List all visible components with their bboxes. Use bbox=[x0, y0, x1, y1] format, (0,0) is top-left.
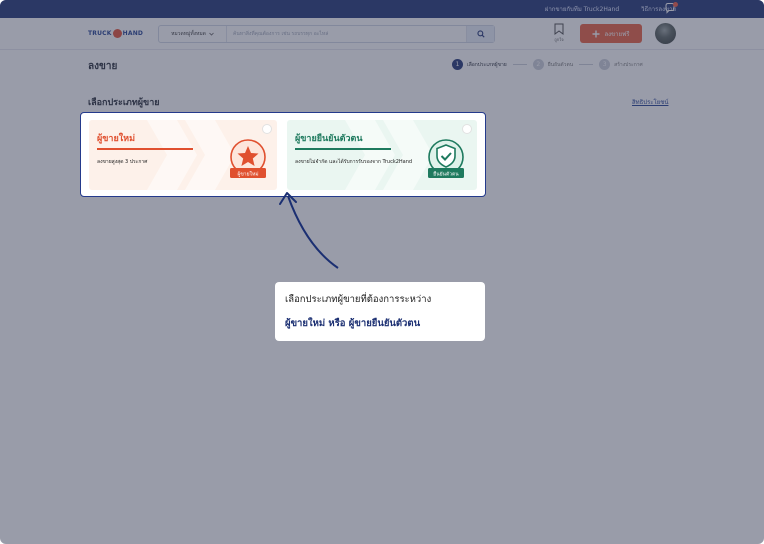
step-3-label: สร้างประกาศ bbox=[614, 61, 643, 68]
curved-arrow-icon bbox=[279, 192, 339, 269]
step-2-number: 2 bbox=[532, 59, 544, 70]
star-badge-icon: ผู้ขายใหม่ bbox=[230, 139, 266, 178]
search-button[interactable] bbox=[466, 26, 494, 42]
title-underline bbox=[97, 148, 193, 150]
search-bar: หมวดหมู่ทั้งหมด bbox=[158, 25, 495, 43]
logo-text-right: HAND bbox=[122, 30, 144, 37]
sell-free-button[interactable]: ลงขายฟรี bbox=[580, 24, 642, 43]
new-seller-card[interactable]: ผู้ขายใหม่ ลงขายสูงสุด 3 ประกาศ ผู้ขายให… bbox=[89, 120, 277, 190]
step-connector bbox=[512, 64, 527, 65]
shield-check-badge-icon: ยืนยันตัวตน bbox=[428, 139, 464, 178]
category-dropdown[interactable]: หมวดหมู่ทั้งหมด bbox=[159, 26, 227, 42]
search-input[interactable] bbox=[227, 26, 466, 42]
new-seller-radio[interactable] bbox=[262, 124, 272, 134]
chevron-down-icon bbox=[209, 32, 214, 36]
verified-seller-title: ผู้ขายยืนยันตัวตน bbox=[295, 134, 363, 144]
coachmark-tooltip: เลือกประเภทผู้ขายที่ต้องการระหว่าง ผู้ขา… bbox=[275, 282, 485, 341]
verified-seller-description: ลงขายไม่จำกัด และได้รับการรับรองจาก Truc… bbox=[295, 159, 413, 165]
title-underline bbox=[295, 148, 391, 150]
coachmark-options: ผู้ขายใหม่ หรือ ผู้ขายยืนยันตัวตน bbox=[285, 318, 421, 329]
site-logo[interactable]: TRUCK HAND bbox=[88, 26, 150, 41]
benefits-link[interactable]: สิทธิประโยชน์ bbox=[632, 97, 668, 107]
seller-type-panel: ผู้ขายใหม่ ลงขายสูงสุด 3 ประกาศ ผู้ขายให… bbox=[80, 112, 486, 197]
app-window: ฝากขายกับทีม Truck2Hand วิธีการลงขาย TRU… bbox=[0, 0, 764, 544]
notification-badge bbox=[673, 2, 678, 7]
step-3-number: 3 bbox=[599, 59, 611, 70]
logo-mark-icon bbox=[112, 29, 122, 38]
verified-seller-card[interactable]: ผู้ขายยืนยันตัวตน ลงขายไม่จำกัด และได้รั… bbox=[287, 120, 477, 190]
step-2-label: ยืนยันตัวตน bbox=[547, 61, 574, 68]
top-bar: ฝากขายกับทีม Truck2Hand วิธีการลงขาย bbox=[0, 0, 764, 18]
category-label: หมวดหมู่ทั้งหมด bbox=[171, 31, 206, 37]
favorite-button[interactable]: ถูกใจ bbox=[552, 23, 566, 45]
search-icon bbox=[476, 30, 485, 38]
new-seller-description: ลงขายสูงสุด 3 ประกาศ bbox=[97, 159, 148, 165]
logo-text-left: TRUCK bbox=[88, 30, 112, 37]
consign-link[interactable]: ฝากขายกับทีม Truck2Hand bbox=[545, 4, 619, 14]
verified-seller-badge-label: ยืนยันตัวตน bbox=[433, 171, 459, 178]
step-1-label: เลือกประเภทผู้ขาย bbox=[467, 61, 507, 68]
header: TRUCK HAND หมวดหมู่ทั้งหมด ถูกใจ ลงขายฟร… bbox=[0, 18, 764, 50]
new-seller-title: ผู้ขายใหม่ bbox=[97, 134, 136, 144]
coachmark-instruction: เลือกประเภทผู้ขายที่ต้องการระหว่าง bbox=[285, 294, 432, 305]
verified-seller-radio[interactable] bbox=[462, 124, 472, 134]
plus-icon bbox=[592, 30, 600, 37]
bookmark-icon bbox=[554, 23, 564, 35]
card-decoration bbox=[147, 120, 197, 190]
new-seller-badge-label: ผู้ขายใหม่ bbox=[237, 171, 258, 178]
step-1-number: 1 bbox=[452, 59, 463, 70]
tutorial-overlay bbox=[0, 0, 764, 544]
step-connector bbox=[579, 64, 594, 65]
favorite-label: ถูกใจ bbox=[554, 37, 564, 42]
user-avatar[interactable] bbox=[655, 23, 676, 44]
page-title: ลงขาย bbox=[88, 61, 118, 72]
sell-button-label: ลงขายฟรี bbox=[604, 30, 630, 38]
section-title: เลือกประเภทผู้ขาย bbox=[88, 98, 160, 108]
progress-stepper: 1 เลือกประเภทผู้ขาย 2 ยืนยันตัวตน 3 สร้า… bbox=[452, 59, 643, 70]
